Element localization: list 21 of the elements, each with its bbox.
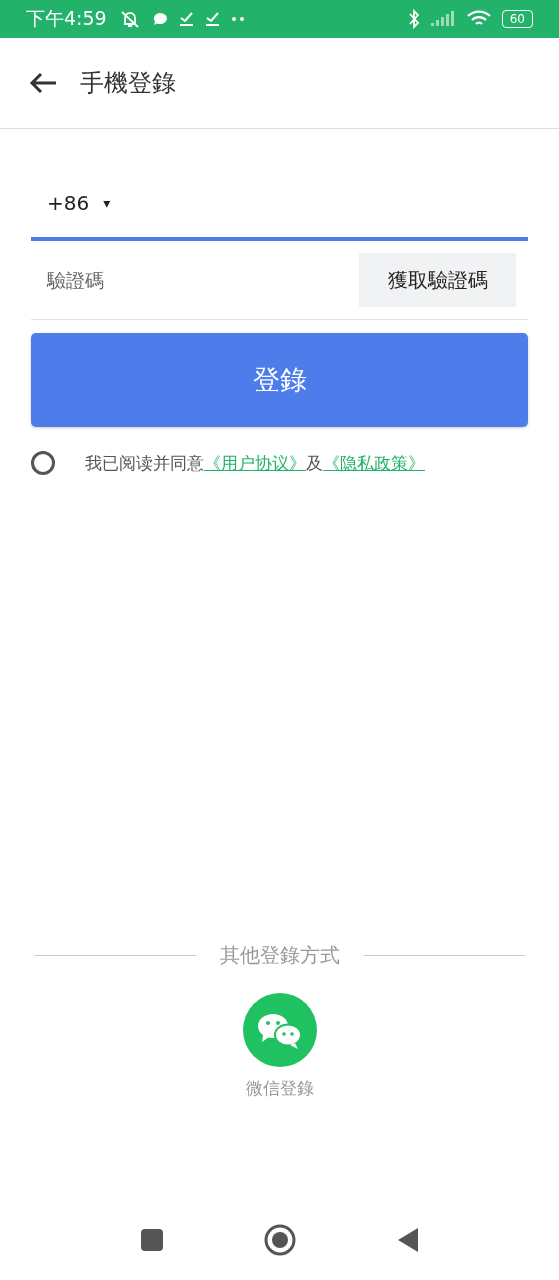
get-code-button[interactable]: 獲取驗證碼 xyxy=(359,253,516,307)
other-login-title: 其他登錄方式 xyxy=(219,942,340,969)
recents-icon[interactable] xyxy=(139,1228,164,1252)
login-button[interactable]: 登錄 xyxy=(31,333,528,427)
signal-icon xyxy=(429,11,456,27)
caret-icon[interactable]: ▾ xyxy=(103,195,111,211)
code-field[interactable]: 驗證碼 xyxy=(31,268,359,292)
more-dots-icon xyxy=(230,16,245,22)
wechat-login-label: 微信登錄 xyxy=(245,1077,314,1100)
check-icon xyxy=(204,11,221,27)
bluetooth-icon xyxy=(407,9,420,29)
home-icon[interactable] xyxy=(263,1224,296,1256)
agreement-text: 我已阅读并同意《用户协议》及《隐私政策》 xyxy=(85,451,425,475)
back-arrow-icon[interactable] xyxy=(28,71,58,95)
phone-field[interactable]: +86 ▾ xyxy=(31,169,528,241)
status-time: 下午4:59 xyxy=(26,6,107,31)
agreement-checkbox[interactable] xyxy=(31,451,55,475)
country-code[interactable]: +86 xyxy=(47,191,90,215)
page-title: 手機登錄 xyxy=(80,68,176,99)
check-icon xyxy=(178,11,195,27)
battery-indicator: 60 xyxy=(501,10,533,28)
